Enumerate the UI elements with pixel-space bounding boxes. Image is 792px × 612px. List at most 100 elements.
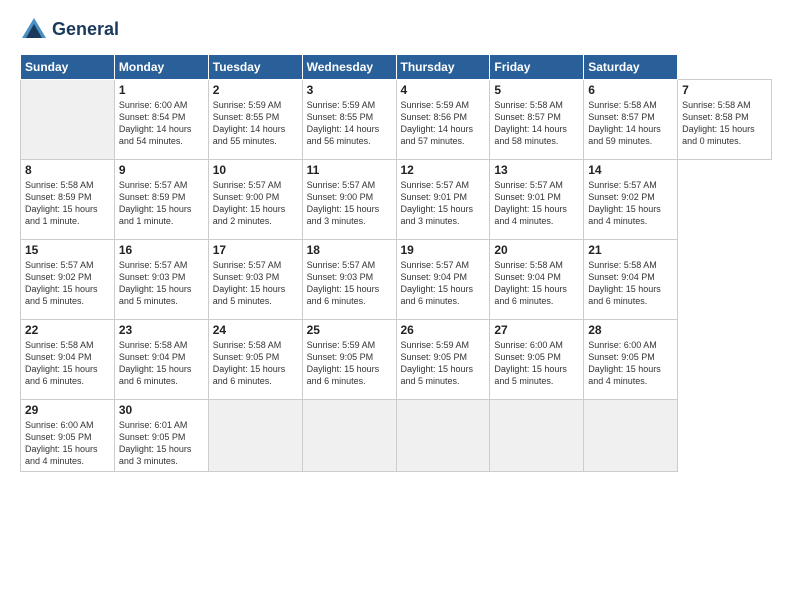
calendar-week-row: 22 Sunrise: 5:58 AMSunset: 9:04 PMDayligh… <box>21 320 772 400</box>
table-row: 20Sunrise: 5:58 AMSunset: 9:04 PMDayligh… <box>490 240 584 320</box>
table-row: 29Sunrise: 6:00 AMSunset: 9:05 PMDayligh… <box>21 400 115 472</box>
day-info: Sunrise: 5:58 AMSunset: 9:04 PMDaylight:… <box>119 339 204 388</box>
header: General <box>20 16 772 44</box>
day-info: Sunrise: 5:57 AMSunset: 9:01 PMDaylight:… <box>401 179 486 228</box>
table-row: 24 Sunrise: 5:58 AMSunset: 9:05 PMDayligh… <box>208 320 302 400</box>
day-number: 1 <box>119 83 204 97</box>
day-info: Sunrise: 5:58 AMSunset: 9:04 PMDaylight:… <box>494 259 579 308</box>
day-info: Sunrise: 5:57 AMSunset: 9:02 PMDaylight:… <box>25 259 110 308</box>
day-info: Sunrise: 5:58 AMSunset: 8:57 PMDaylight:… <box>494 99 579 148</box>
day-info: Sunrise: 5:59 AMSunset: 8:56 PMDaylight:… <box>401 99 486 148</box>
table-row: 11 Sunrise: 5:57 AMSunset: 9:00 PMDayligh… <box>302 160 396 240</box>
calendar-week-row: 15 Sunrise: 5:57 AMSunset: 9:02 PMDayligh… <box>21 240 772 320</box>
table-row: 12 Sunrise: 5:57 AMSunset: 9:01 PMDayligh… <box>396 160 490 240</box>
day-info: Sunrise: 5:58 AMSunset: 9:04 PMDaylight:… <box>25 339 110 388</box>
day-number: 7 <box>682 83 767 97</box>
day-info: Sunrise: 6:00 AMSunset: 9:05 PMDaylight:… <box>494 339 579 388</box>
day-info: Sunrise: 5:57 AMSunset: 9:04 PMDaylight:… <box>401 259 486 308</box>
day-info: Sunrise: 5:58 AMSunset: 9:04 PMDaylight:… <box>588 259 673 308</box>
table-row: 30 Sunrise: 6:01 AMSunset: 9:05 PMDayligh… <box>114 400 208 472</box>
day-number: 19 <box>401 243 486 257</box>
day-number: 10 <box>213 163 298 177</box>
calendar-week-row: 29Sunrise: 6:00 AMSunset: 9:05 PMDayligh… <box>21 400 772 472</box>
day-number: 25 <box>307 323 392 337</box>
table-row <box>396 400 490 472</box>
day-info: Sunrise: 5:57 AMSunset: 9:03 PMDaylight:… <box>213 259 298 308</box>
table-row: 2 Sunrise: 5:59 AMSunset: 8:55 PMDaylight… <box>208 80 302 160</box>
day-number: 13 <box>494 163 579 177</box>
table-row <box>584 400 678 472</box>
table-row <box>208 400 302 472</box>
day-number: 26 <box>401 323 486 337</box>
day-info: Sunrise: 5:58 AMSunset: 8:59 PMDaylight:… <box>25 179 110 228</box>
day-info: Sunrise: 5:59 AMSunset: 9:05 PMDaylight:… <box>307 339 392 388</box>
day-number: 4 <box>401 83 486 97</box>
table-row: 5 Sunrise: 5:58 AMSunset: 8:57 PMDaylight… <box>490 80 584 160</box>
table-row: 17Sunrise: 5:57 AMSunset: 9:03 PMDayligh… <box>208 240 302 320</box>
day-info: Sunrise: 5:57 AMSunset: 9:03 PMDaylight:… <box>119 259 204 308</box>
day-number: 9 <box>119 163 204 177</box>
day-info: Sunrise: 5:57 AMSunset: 9:01 PMDaylight:… <box>494 179 579 228</box>
day-number: 12 <box>401 163 486 177</box>
day-number: 30 <box>119 403 204 417</box>
day-info: Sunrise: 5:57 AMSunset: 9:00 PMDaylight:… <box>307 179 392 228</box>
day-number: 6 <box>588 83 673 97</box>
day-info: Sunrise: 5:58 AMSunset: 8:57 PMDaylight:… <box>588 99 673 148</box>
day-number: 11 <box>307 163 392 177</box>
day-info: Sunrise: 5:57 AMSunset: 9:00 PMDaylight:… <box>213 179 298 228</box>
day-number: 27 <box>494 323 579 337</box>
table-row: 19 Sunrise: 5:57 AMSunset: 9:04 PMDayligh… <box>396 240 490 320</box>
day-number: 24 <box>213 323 298 337</box>
col-wednesday: Wednesday <box>302 55 396 80</box>
day-info: Sunrise: 5:59 AMSunset: 8:55 PMDaylight:… <box>307 99 392 148</box>
day-info: Sunrise: 6:01 AMSunset: 9:05 PMDaylight:… <box>119 419 204 468</box>
table-row: 8 Sunrise: 5:58 AMSunset: 8:59 PMDaylight… <box>21 160 115 240</box>
table-row: 7 Sunrise: 5:58 AMSunset: 8:58 PMDaylight… <box>678 80 772 160</box>
table-row: 22 Sunrise: 5:58 AMSunset: 9:04 PMDayligh… <box>21 320 115 400</box>
day-number: 29 <box>25 403 110 417</box>
day-number: 28 <box>588 323 673 337</box>
col-sunday: Sunday <box>21 55 115 80</box>
table-row: 14 Sunrise: 5:57 AMSunset: 9:02 PMDayligh… <box>584 160 678 240</box>
table-row: 6 Sunrise: 5:58 AMSunset: 8:57 PMDaylight… <box>584 80 678 160</box>
day-number: 15 <box>25 243 110 257</box>
day-number: 8 <box>25 163 110 177</box>
day-number: 21 <box>588 243 673 257</box>
logo: General <box>20 16 119 44</box>
calendar-week-row: 1 Sunrise: 6:00 AMSunset: 8:54 PMDaylight… <box>21 80 772 160</box>
table-row: 28 Sunrise: 6:00 AMSunset: 9:05 PMDayligh… <box>584 320 678 400</box>
table-row: 23 Sunrise: 5:58 AMSunset: 9:04 PMDayligh… <box>114 320 208 400</box>
day-info: Sunrise: 5:58 AMSunset: 9:05 PMDaylight:… <box>213 339 298 388</box>
table-row: 1 Sunrise: 6:00 AMSunset: 8:54 PMDaylight… <box>114 80 208 160</box>
table-row: 9 Sunrise: 5:57 AMSunset: 8:59 PMDaylight… <box>114 160 208 240</box>
logo-icon <box>20 16 48 44</box>
table-row <box>302 400 396 472</box>
page: General Sunday Monday Tuesday Wednesday … <box>0 0 792 612</box>
day-number: 18 <box>307 243 392 257</box>
calendar-week-row: 8 Sunrise: 5:58 AMSunset: 8:59 PMDaylight… <box>21 160 772 240</box>
day-info: Sunrise: 5:59 AMSunset: 8:55 PMDaylight:… <box>213 99 298 148</box>
day-info: Sunrise: 5:57 AMSunset: 9:02 PMDaylight:… <box>588 179 673 228</box>
day-info: Sunrise: 6:00 AMSunset: 9:05 PMDaylight:… <box>588 339 673 388</box>
day-number: 23 <box>119 323 204 337</box>
day-info: Sunrise: 6:00 AMSunset: 8:54 PMDaylight:… <box>119 99 204 148</box>
col-thursday: Thursday <box>396 55 490 80</box>
table-row: 10 Sunrise: 5:57 AMSunset: 9:00 PMDayligh… <box>208 160 302 240</box>
table-row: 16 Sunrise: 5:57 AMSunset: 9:03 PMDayligh… <box>114 240 208 320</box>
day-number: 16 <box>119 243 204 257</box>
table-row <box>490 400 584 472</box>
table-row: 26 Sunrise: 5:59 AMSunset: 9:05 PMDayligh… <box>396 320 490 400</box>
day-number: 3 <box>307 83 392 97</box>
day-number: 14 <box>588 163 673 177</box>
day-info: Sunrise: 5:58 AMSunset: 8:58 PMDaylight:… <box>682 99 767 148</box>
table-row: 13 Sunrise: 5:57 AMSunset: 9:01 PMDayligh… <box>490 160 584 240</box>
day-info: Sunrise: 5:57 AMSunset: 8:59 PMDaylight:… <box>119 179 204 228</box>
table-row: 25 Sunrise: 5:59 AMSunset: 9:05 PMDayligh… <box>302 320 396 400</box>
day-number: 5 <box>494 83 579 97</box>
day-info: Sunrise: 5:59 AMSunset: 9:05 PMDaylight:… <box>401 339 486 388</box>
table-row: 4 Sunrise: 5:59 AMSunset: 8:56 PMDaylight… <box>396 80 490 160</box>
day-number: 2 <box>213 83 298 97</box>
table-row: 15 Sunrise: 5:57 AMSunset: 9:02 PMDayligh… <box>21 240 115 320</box>
col-tuesday: Tuesday <box>208 55 302 80</box>
day-number: 22 <box>25 323 110 337</box>
